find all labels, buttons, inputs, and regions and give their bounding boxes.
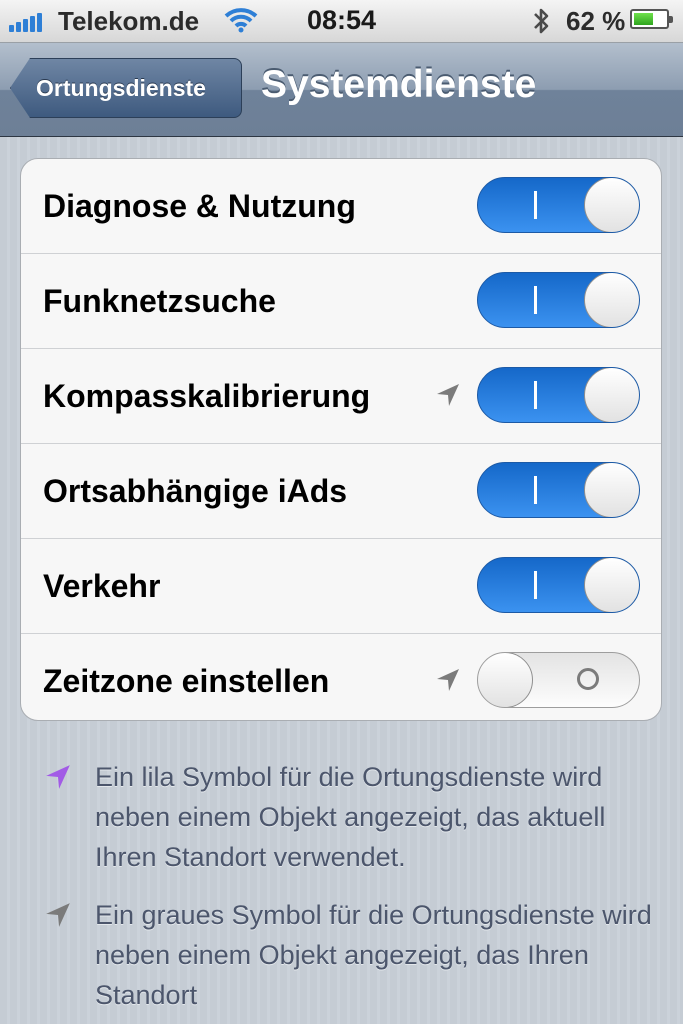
footnote-text: Ein lila Symbol für die Ortungsdienste w… (95, 762, 606, 872)
battery-icon (630, 9, 673, 29)
page-title: Systemdienste (261, 63, 537, 106)
setting-label: Diagnose & Nutzung (43, 188, 356, 224)
back-button-label[interactable]: Ortungsdienste (36, 58, 206, 118)
status-bar: Telekom.de 08:54 62 % (0, 0, 683, 43)
iads-toggle[interactable] (477, 462, 640, 518)
bluetooth-icon (534, 8, 549, 34)
system-services-list: Diagnose & Nutzung Funknetzsuche Kompass… (20, 158, 662, 721)
location-arrow-gray-icon (46, 903, 70, 927)
kompass-toggle[interactable] (477, 367, 640, 423)
setting-row-diagnose: Diagnose & Nutzung (21, 159, 661, 254)
setting-row-kompass: Kompasskalibrierung (21, 349, 661, 444)
navigation-bar: Ortungsdienste Systemdienste (0, 43, 683, 137)
location-arrow-purple-icon (46, 765, 70, 789)
location-arrow-gray-icon (437, 384, 459, 406)
diagnose-toggle[interactable] (477, 177, 640, 233)
setting-label: Verkehr (43, 568, 161, 604)
setting-label: Ortsabhängige iAds (43, 473, 348, 509)
footnote-text: Ein graues Symbol für die Ortungsdienste… (95, 900, 652, 1010)
setting-row-verkehr: Verkehr (21, 539, 661, 634)
setting-row-funknetzsuche: Funknetzsuche (21, 254, 661, 349)
battery-percent: 62 % (566, 6, 626, 36)
setting-row-zeitzone: Zeitzone einstellen (21, 634, 661, 720)
verkehr-toggle[interactable] (477, 557, 640, 613)
setting-label: Funknetzsuche (43, 283, 276, 319)
setting-row-iads: Ortsabhängige iAds (21, 444, 661, 539)
zeitzone-toggle[interactable] (477, 652, 640, 708)
setting-label: Kompasskalibrierung (43, 378, 371, 414)
setting-label: Zeitzone einstellen (43, 663, 330, 699)
funknetzsuche-toggle[interactable] (477, 272, 640, 328)
location-arrow-gray-icon (437, 669, 459, 691)
